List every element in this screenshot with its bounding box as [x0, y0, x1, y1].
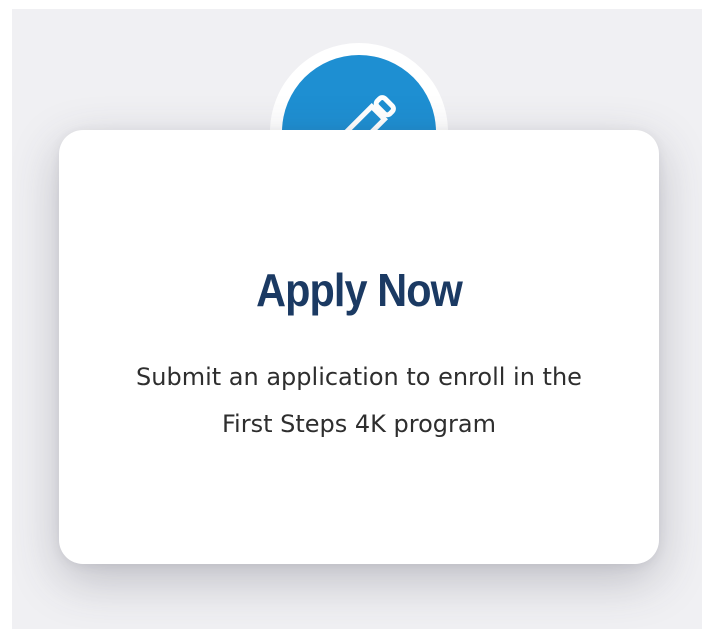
- page-background: Apply Now Submit an application to enrol…: [12, 9, 702, 629]
- card-description: Submit an application to enroll in the F…: [136, 363, 582, 438]
- card-title: Apply Now: [256, 264, 463, 316]
- apply-now-card[interactable]: Apply Now Submit an application to enrol…: [59, 130, 659, 564]
